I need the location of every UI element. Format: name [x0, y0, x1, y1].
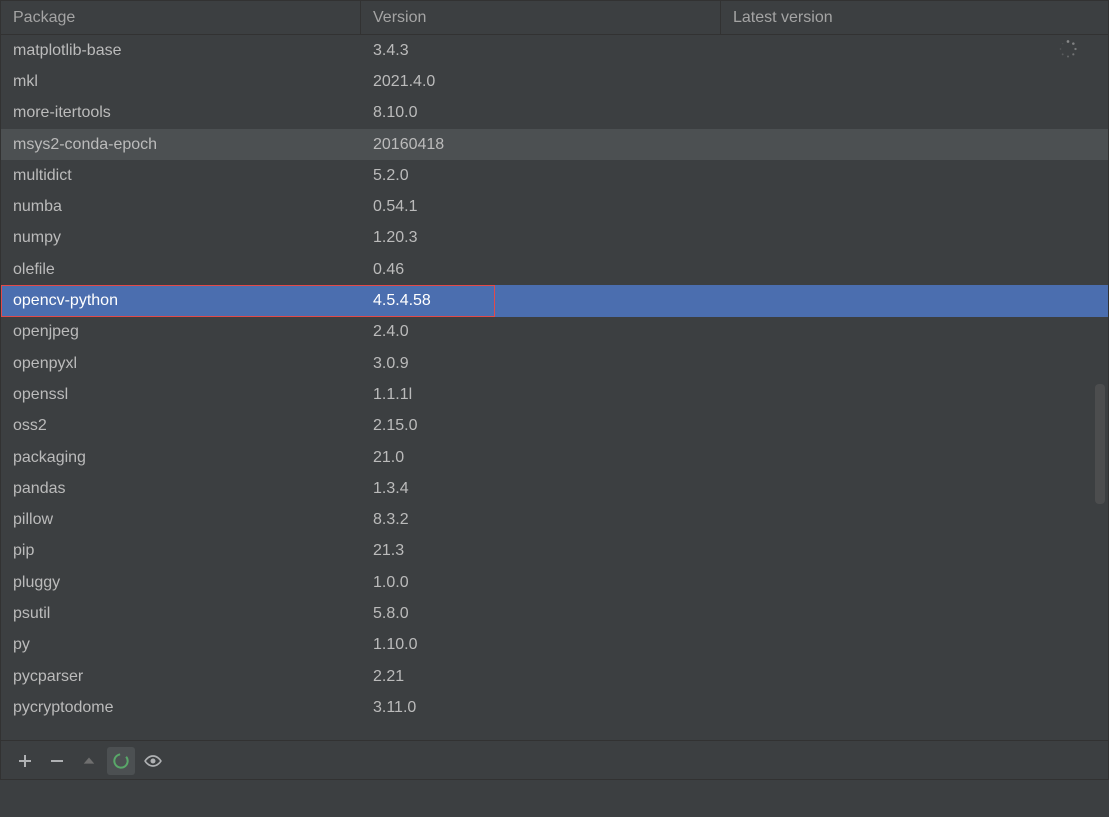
cell-package: pycryptodome	[1, 699, 361, 717]
header-version-label: Version	[373, 9, 426, 27]
cell-version: 0.54.1	[361, 198, 721, 216]
header-package[interactable]: Package	[1, 1, 361, 35]
cell-version: 2.15.0	[361, 417, 721, 435]
table-row[interactable]: numpy1.20.3	[1, 223, 1108, 254]
table-row[interactable]: pluggy1.0.0	[1, 567, 1108, 598]
remove-button[interactable]	[43, 747, 71, 775]
cell-version: 21.0	[361, 449, 721, 467]
header-latest[interactable]: Latest version	[721, 1, 1108, 35]
cell-version: 3.0.9	[361, 355, 721, 373]
cell-version: 5.8.0	[361, 605, 721, 623]
cell-package: numba	[1, 198, 361, 216]
table-row[interactable]: matplotlib-base3.4.3	[1, 35, 1108, 66]
cell-package: numpy	[1, 229, 361, 247]
cell-package: pluggy	[1, 574, 361, 592]
cell-package: msys2-conda-epoch	[1, 136, 361, 154]
header-version[interactable]: Version	[361, 1, 721, 35]
cell-version: 2.4.0	[361, 323, 721, 341]
cell-package: psutil	[1, 605, 361, 623]
table-row[interactable]: opencv-python4.5.4.58	[1, 285, 1108, 316]
table-body[interactable]: matplotlib-base3.4.3mkl2021.4.0more-iter…	[1, 35, 1108, 740]
cell-version: 1.10.0	[361, 636, 721, 654]
cell-package: openpyxl	[1, 355, 361, 373]
table-row[interactable]: multidict5.2.0	[1, 160, 1108, 191]
table-row[interactable]: py1.10.0	[1, 630, 1108, 661]
cell-package: pip	[1, 542, 361, 560]
cell-package: openjpeg	[1, 323, 361, 341]
cell-version: 2021.4.0	[361, 73, 721, 91]
cell-package: pandas	[1, 480, 361, 498]
cell-package: more-itertools	[1, 104, 361, 122]
table-header: Package Version Latest version	[1, 1, 1108, 35]
cell-version: 1.3.4	[361, 480, 721, 498]
cell-version: 5.2.0	[361, 167, 721, 185]
add-button[interactable]	[11, 747, 39, 775]
refresh-button[interactable]	[107, 747, 135, 775]
packages-panel: Package Version Latest version matplotli…	[0, 0, 1109, 780]
cell-version: 21.3	[361, 542, 721, 560]
cell-package: py	[1, 636, 361, 654]
table-row[interactable]: pandas1.3.4	[1, 473, 1108, 504]
table-row[interactable]: openssl1.1.1l	[1, 379, 1108, 410]
toolbar	[1, 740, 1108, 780]
table-row[interactable]: openjpeg2.4.0	[1, 317, 1108, 348]
cell-package: multidict	[1, 167, 361, 185]
cell-version: 3.4.3	[361, 42, 721, 60]
header-latest-label: Latest version	[733, 9, 833, 27]
scrollbar-thumb[interactable]	[1095, 384, 1105, 504]
cell-package: mkl	[1, 73, 361, 91]
cell-package: openssl	[1, 386, 361, 404]
table-row[interactable]: openpyxl3.0.9	[1, 348, 1108, 379]
table-row[interactable]: numba0.54.1	[1, 191, 1108, 222]
table-row[interactable]: pillow8.3.2	[1, 504, 1108, 535]
table-row[interactable]: msys2-conda-epoch20160418	[1, 129, 1108, 160]
cell-version: 8.3.2	[361, 511, 721, 529]
table-row[interactable]: psutil5.8.0	[1, 598, 1108, 629]
cell-package: matplotlib-base	[1, 42, 361, 60]
cell-version: 3.11.0	[361, 699, 721, 717]
cell-version: 1.0.0	[361, 574, 721, 592]
cell-version: 20160418	[361, 136, 721, 154]
cell-package: opencv-python	[1, 292, 361, 310]
cell-package: pillow	[1, 511, 361, 529]
cell-package: pycparser	[1, 668, 361, 686]
table-row[interactable]: pycparser2.21	[1, 661, 1108, 692]
table-row[interactable]: packaging21.0	[1, 442, 1108, 473]
cell-version: 2.21	[361, 668, 721, 686]
cell-version: 4.5.4.58	[361, 292, 721, 310]
header-package-label: Package	[13, 9, 75, 27]
cell-version: 1.1.1l	[361, 386, 721, 404]
bottom-strip	[0, 780, 1109, 816]
cell-version: 8.10.0	[361, 104, 721, 122]
table-row[interactable]: olefile0.46	[1, 254, 1108, 285]
table-row[interactable]: pip21.3	[1, 536, 1108, 567]
cell-package: olefile	[1, 261, 361, 279]
table-row[interactable]: pycryptodome3.11.0	[1, 692, 1108, 723]
table-row[interactable]: oss22.15.0	[1, 411, 1108, 442]
cell-package: oss2	[1, 417, 361, 435]
table-row[interactable]: mkl2021.4.0	[1, 66, 1108, 97]
table-row[interactable]: more-itertools8.10.0	[1, 98, 1108, 129]
cell-version: 1.20.3	[361, 229, 721, 247]
cell-version: 0.46	[361, 261, 721, 279]
upgrade-button[interactable]	[75, 747, 103, 775]
view-button[interactable]	[139, 747, 167, 775]
cell-package: packaging	[1, 449, 361, 467]
